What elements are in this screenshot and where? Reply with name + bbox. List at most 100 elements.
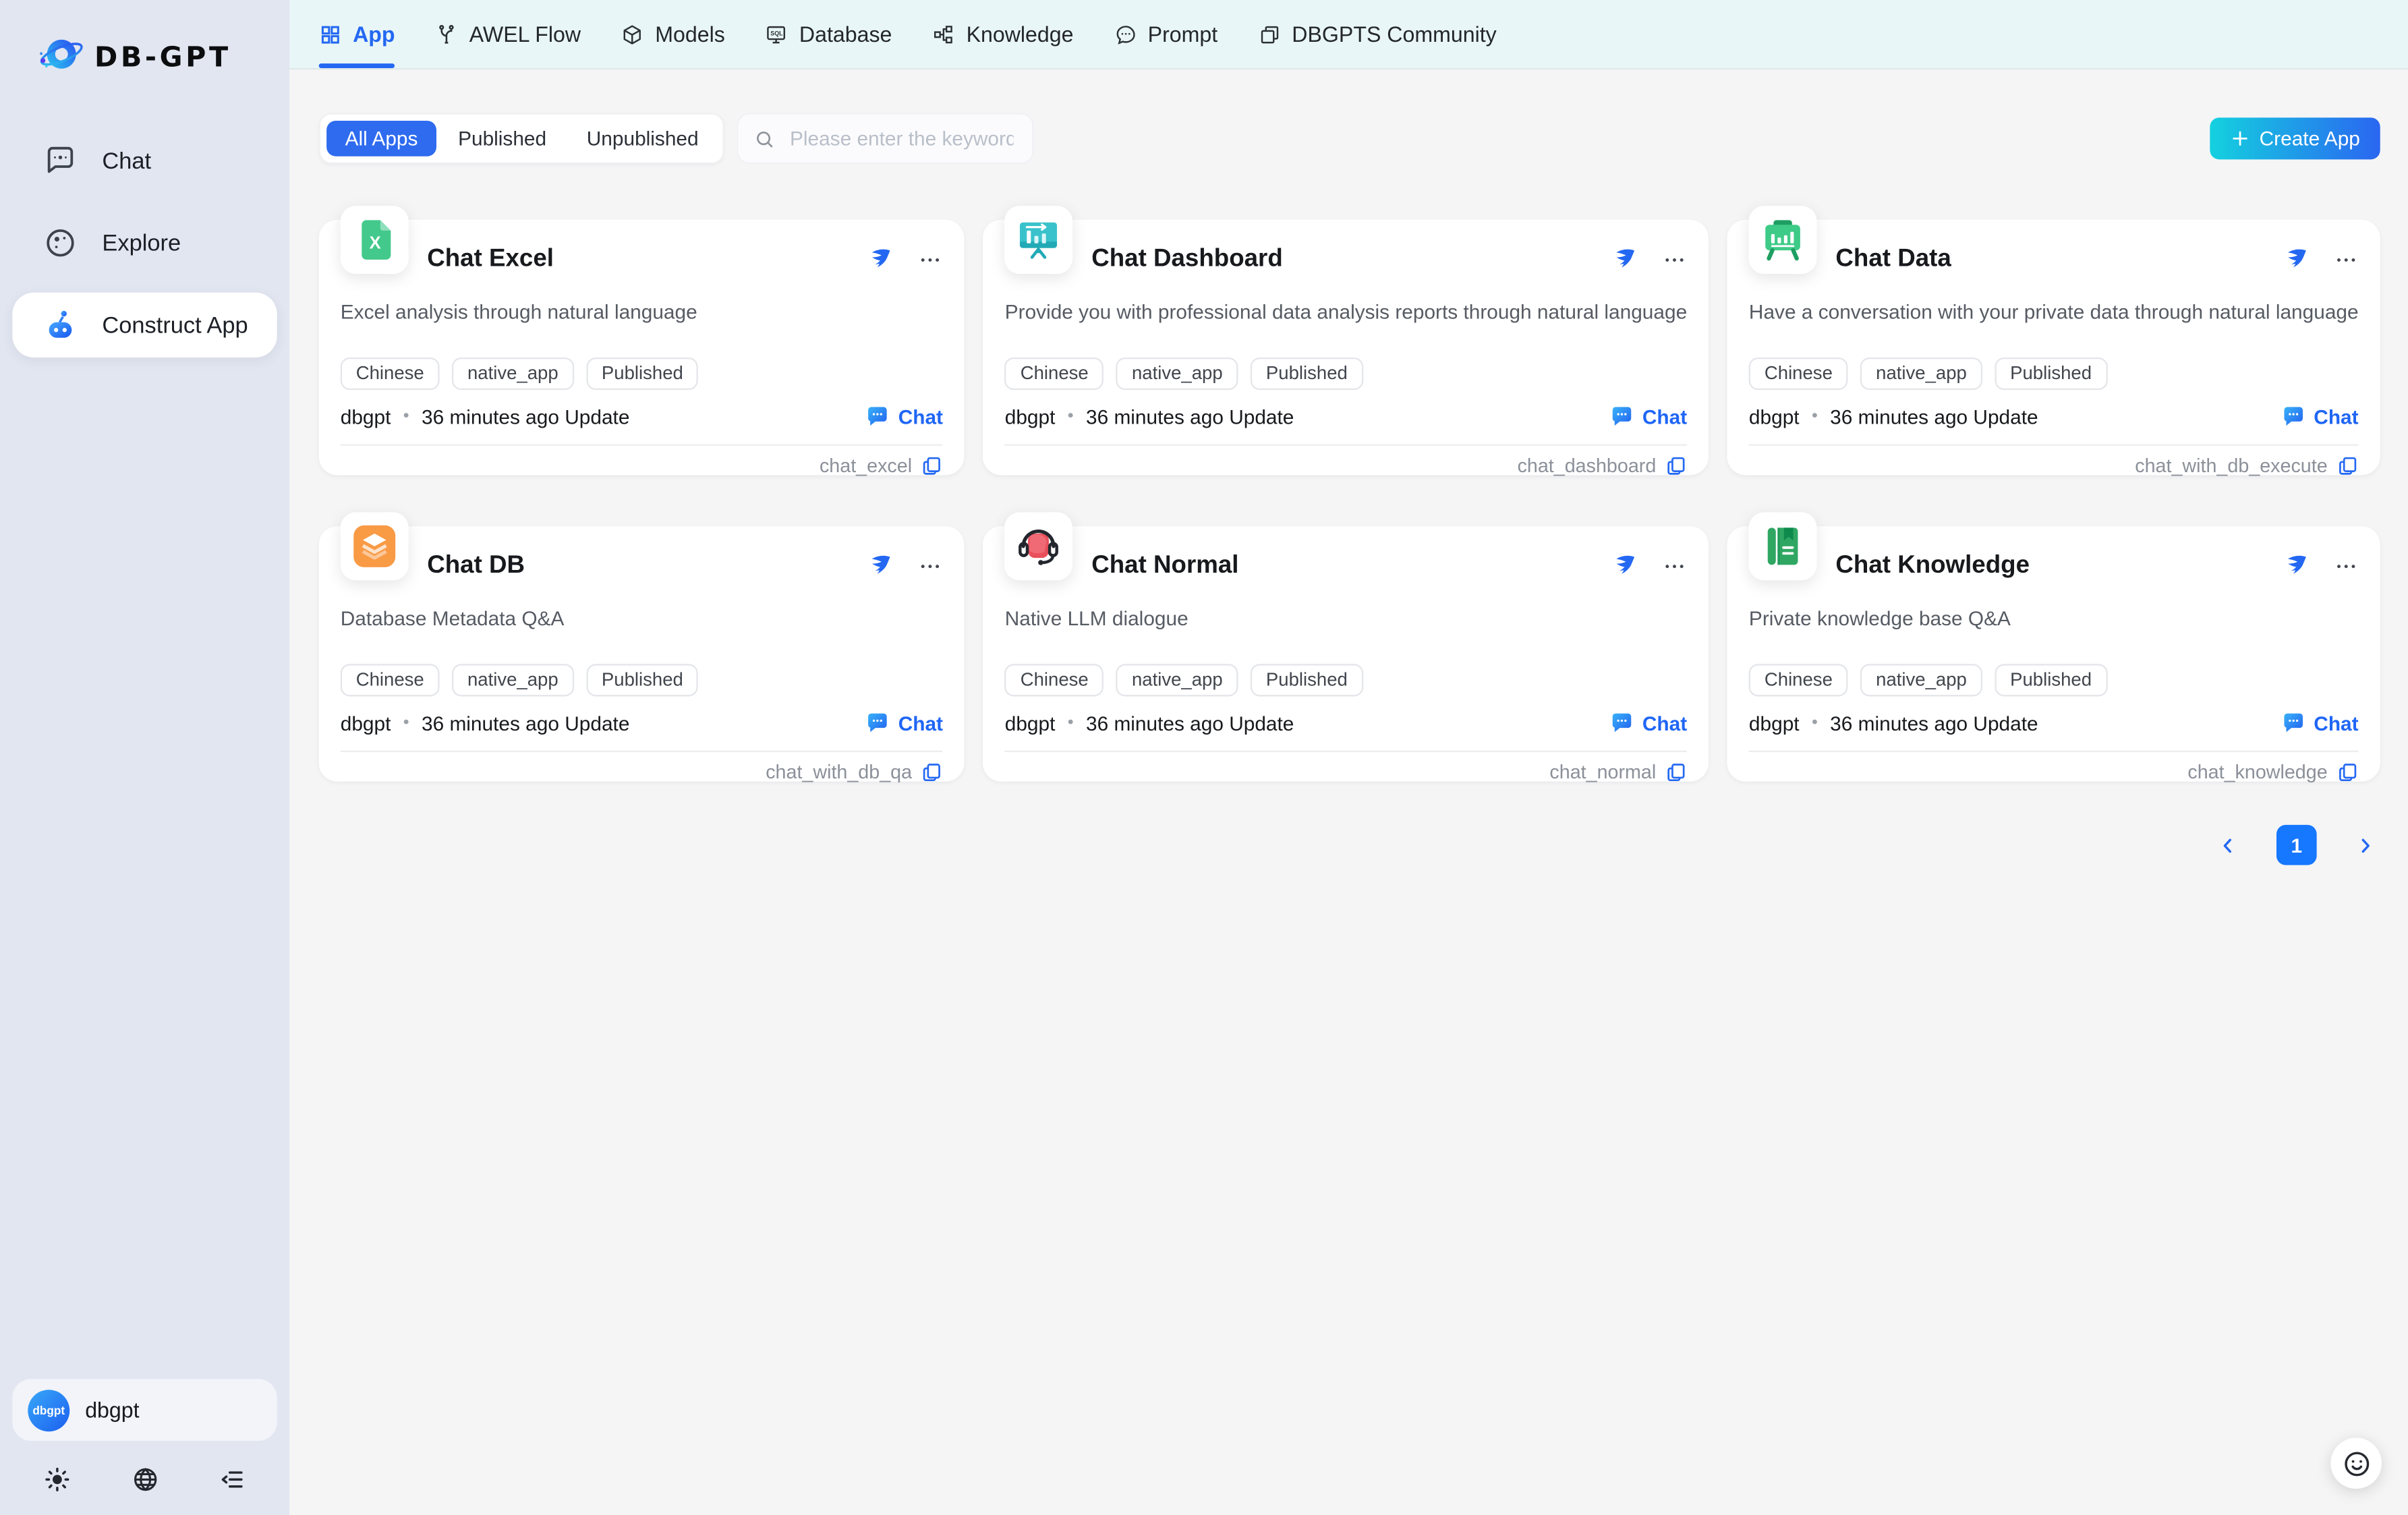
filter-all-apps[interactable]: All Apps <box>326 121 436 156</box>
search-box <box>737 113 1035 164</box>
card-code-row: chat_knowledge <box>1749 762 2359 783</box>
feedback-fab[interactable] <box>2330 1437 2382 1489</box>
chat-button-label: Chat <box>2314 711 2358 734</box>
tab-dbgpts-community[interactable]: DBGPTS Community <box>1258 0 1497 68</box>
tab-label: Models <box>655 22 725 47</box>
card-code-row: chat_normal <box>1005 762 1687 783</box>
card-divider <box>341 751 943 752</box>
language-globe-icon[interactable] <box>131 1466 159 1493</box>
tab-knowledge[interactable]: Knowledge <box>932 0 1073 68</box>
card-owner: dbgpt <box>341 711 391 734</box>
dingtalk-share-icon[interactable] <box>2284 554 2309 579</box>
dot-separator: • <box>1812 714 1818 733</box>
copy-icon[interactable] <box>1665 762 1687 783</box>
tab-awel-flow[interactable]: AWEL Flow <box>435 0 581 68</box>
card-code-text: chat_with_db_qa <box>766 762 912 783</box>
database-sql-icon: SQL <box>765 22 788 45</box>
more-menu-icon[interactable] <box>918 554 943 579</box>
card-code-text: chat_excel <box>820 455 912 477</box>
tab-models[interactable]: Models <box>621 0 725 68</box>
next-page-button[interactable] <box>2354 834 2377 857</box>
card-tags: Chinesenative_appPublished <box>341 664 943 696</box>
app-logo: DB-GPT <box>12 0 277 98</box>
prev-page-button[interactable] <box>2216 834 2239 857</box>
smiley-icon <box>2341 1448 2372 1479</box>
card-divider <box>1005 444 1687 445</box>
sidebar-item-construct-app[interactable]: Construct App <box>12 293 277 358</box>
filter-published[interactable]: Published <box>440 121 565 156</box>
app-shell: DB-GPT Chat <box>0 0 2408 1515</box>
sidebar: DB-GPT Chat <box>0 0 289 1515</box>
copy-icon[interactable] <box>921 762 943 783</box>
card-header: Chat Knowledge <box>1749 546 2359 587</box>
copy-icon[interactable] <box>2337 762 2358 783</box>
card-code-row: chat_excel <box>341 455 943 477</box>
create-app-button[interactable]: Create App <box>2210 117 2380 159</box>
sidebar-item-chat[interactable]: Chat <box>12 128 277 193</box>
collapse-sidebar-icon[interactable] <box>219 1466 246 1493</box>
card-divider <box>1749 444 2359 445</box>
card-tags: Chinesenative_appPublished <box>1005 358 1687 390</box>
card-updated: 36 minutes ago Update <box>1830 405 2038 428</box>
explore-planet-icon <box>43 226 77 260</box>
card-icon-tile <box>1005 206 1073 274</box>
card-updated: 36 minutes ago Update <box>1086 405 1294 428</box>
card-updated: 36 minutes ago Update <box>422 711 629 734</box>
search-input[interactable] <box>786 125 1017 152</box>
more-menu-icon[interactable] <box>2334 248 2359 273</box>
copy-icon[interactable] <box>1665 455 1687 477</box>
more-menu-icon[interactable] <box>1662 554 1687 579</box>
card-tags: Chinesenative_appPublished <box>1005 664 1687 696</box>
card-chat-button[interactable]: Chat <box>866 710 943 735</box>
card-header-actions <box>1613 248 1687 273</box>
more-menu-icon[interactable] <box>2334 554 2359 579</box>
filter-unpublished[interactable]: Unpublished <box>568 121 717 156</box>
copy-icon[interactable] <box>2337 455 2358 477</box>
card-chat-button[interactable]: Chat <box>2281 710 2358 735</box>
dingtalk-share-icon[interactable] <box>1613 554 1638 579</box>
pagination: 1 <box>319 825 2380 865</box>
dingtalk-share-icon[interactable] <box>869 248 894 273</box>
app-card-chat_with_db_execute[interactable]: Chat Data Have a conversation with your … <box>1727 220 2380 476</box>
card-icon-tile <box>1749 512 1817 580</box>
sidebar-item-explore[interactable]: Explore <box>12 210 277 275</box>
dingtalk-share-icon[interactable] <box>1613 248 1638 273</box>
tag-pill: Published <box>1995 664 2107 696</box>
more-menu-icon[interactable] <box>1662 248 1687 273</box>
card-header: Chat Excel <box>341 240 943 281</box>
card-chat-button[interactable]: Chat <box>866 404 943 429</box>
tab-label: AWEL Flow <box>469 22 581 47</box>
more-menu-icon[interactable] <box>918 248 943 273</box>
tag-pill: Published <box>1251 664 1363 696</box>
app-card-chat_excel[interactable]: X Chat Excel Excel analysis through natu… <box>319 220 965 476</box>
headset-icon <box>1016 523 1062 569</box>
page-number-1[interactable]: 1 <box>2276 825 2317 865</box>
card-chat-button[interactable]: Chat <box>2281 404 2358 429</box>
card-header-actions <box>869 248 943 273</box>
app-card-chat_dashboard[interactable]: Chat Dashboard Provide you with professi… <box>983 220 1709 476</box>
sidebar-item-label: Chat <box>102 148 151 174</box>
card-tags: Chinesenative_appPublished <box>1749 664 2359 696</box>
tag-pill: native_app <box>1116 358 1238 390</box>
card-chat-button[interactable]: Chat <box>1610 404 1687 429</box>
community-squares-icon <box>1258 22 1281 45</box>
knowledge-book-icon <box>1760 523 1806 569</box>
copy-icon[interactable] <box>921 455 943 477</box>
card-updated: 36 minutes ago Update <box>422 405 629 428</box>
dingtalk-share-icon[interactable] <box>2284 248 2309 273</box>
tab-label: DBGPTS Community <box>1292 22 1496 47</box>
dingtalk-share-icon[interactable] <box>869 554 894 579</box>
tab-app[interactable]: App <box>319 0 395 68</box>
tab-label: Prompt <box>1148 22 1218 47</box>
user-chip[interactable]: dbgpt dbgpt <box>12 1379 277 1441</box>
card-icon-tile <box>341 512 409 580</box>
theme-sun-icon[interactable] <box>43 1466 71 1493</box>
app-card-chat_normal[interactable]: Chat Normal Native LLM dialogue Chinesen… <box>983 526 1709 782</box>
card-description: Excel analysis through natural language <box>341 300 943 325</box>
tab-database[interactable]: SQL Database <box>765 0 892 68</box>
app-card-chat_knowledge[interactable]: Chat Knowledge Private knowledge base Q&… <box>1727 526 2380 782</box>
app-card-chat_with_db_qa[interactable]: Chat DB Database Metadata Q&A Chinesenat… <box>319 526 965 782</box>
card-description: Have a conversation with your private da… <box>1749 300 2359 325</box>
tab-prompt[interactable]: Prompt <box>1114 0 1217 68</box>
card-chat-button[interactable]: Chat <box>1610 710 1687 735</box>
